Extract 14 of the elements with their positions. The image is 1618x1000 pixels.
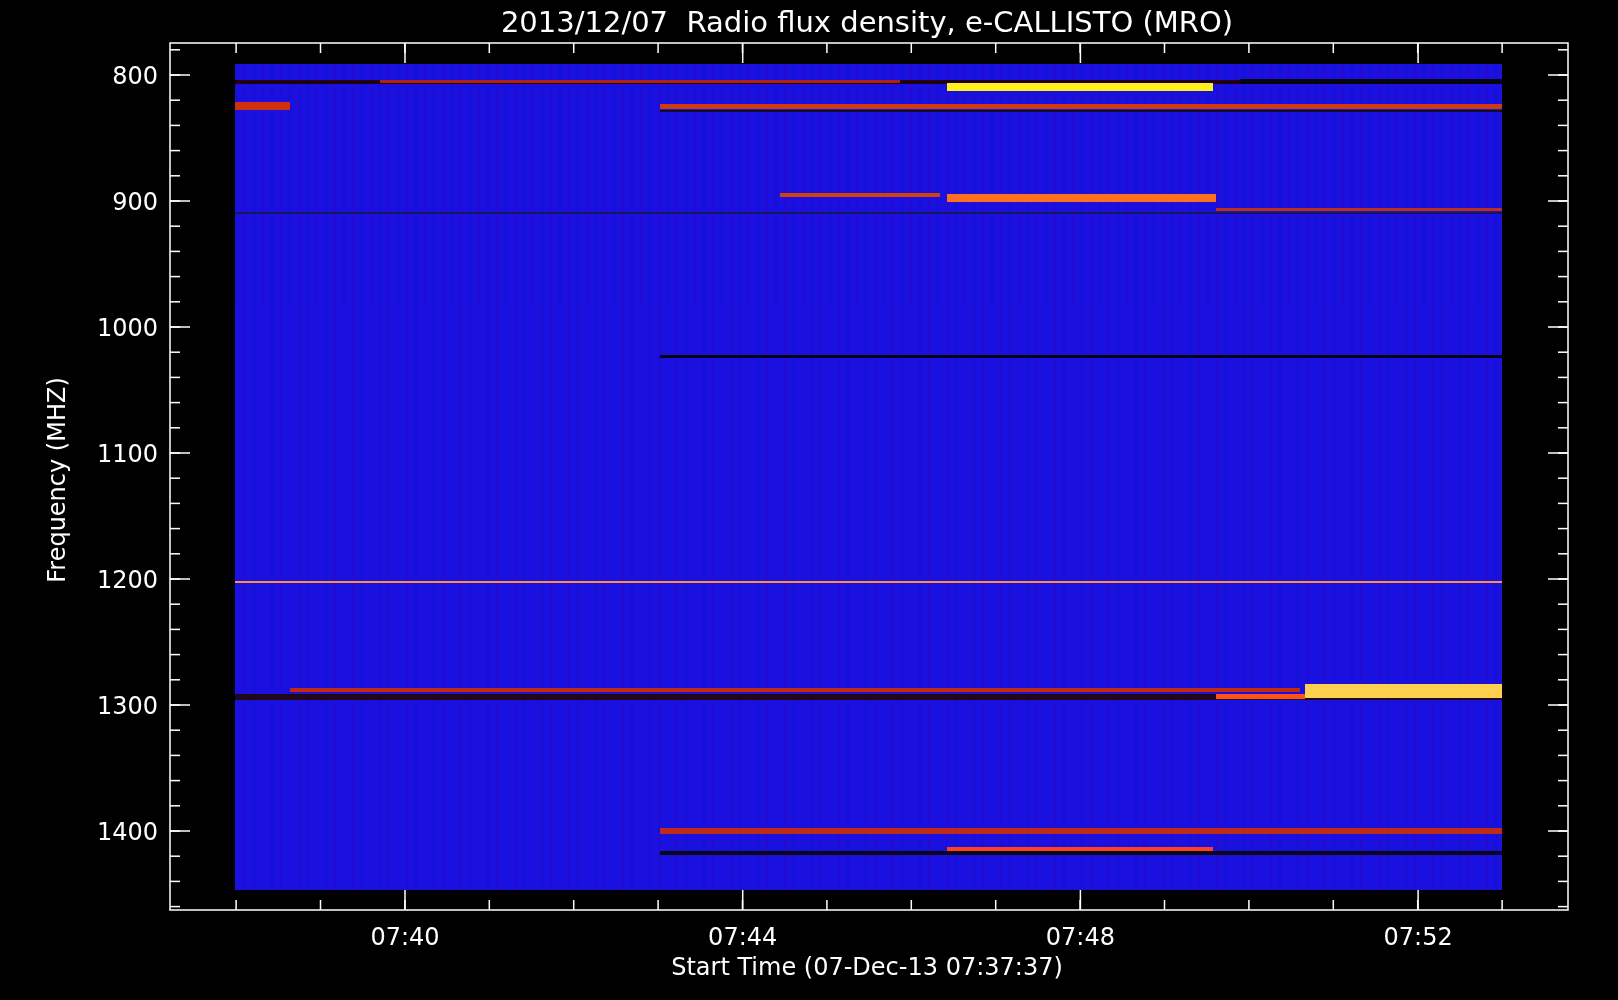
x-tick-label: 07:44: [708, 923, 778, 951]
y-tick-label: 1200: [96, 566, 158, 594]
y-tick-label: 1000: [96, 314, 158, 342]
y-tick-label: 1300: [96, 692, 158, 720]
x-tick-label: 07:48: [1045, 923, 1115, 951]
plot-title: 2013/12/07 Radio flux density, e-CALLISTO (MRO): [500, 5, 1234, 39]
x-tick-label: 07:40: [370, 923, 440, 951]
y-tick-label: 1400: [96, 818, 158, 846]
y-axis-label: Frequency (MHZ): [43, 377, 71, 583]
x-axis-label: Start Time (07-Dec-13 07:37:37): [671, 953, 1063, 981]
y-tick-label: 900: [112, 188, 158, 216]
x-tick-label: 07:52: [1383, 923, 1453, 951]
y-tick-label: 800: [112, 62, 158, 90]
y-tick-label: 1100: [96, 440, 158, 468]
